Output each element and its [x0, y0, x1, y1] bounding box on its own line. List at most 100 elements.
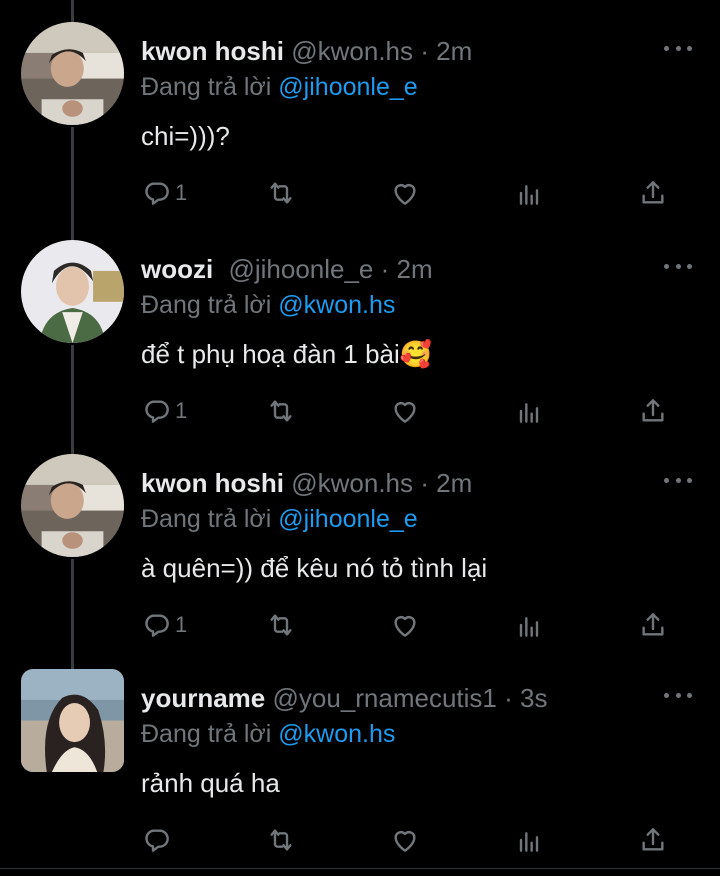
reply-count: 1 — [175, 398, 188, 423]
like-button[interactable] — [389, 393, 421, 429]
separator-dot: · — [504, 683, 513, 713]
divider — [0, 868, 720, 869]
handle[interactable]: @jihoonle_e — [228, 254, 373, 284]
reply-button[interactable]: 1 — [141, 175, 187, 211]
replying-to-link[interactable]: @kwon.hs — [278, 720, 395, 748]
tweet[interactable]: kwon hoshi @kwon.hs · 2m Đang trả lời @j… — [0, 0, 720, 214]
tweet-header: kwon hoshi @kwon.hs · 2m — [141, 34, 472, 68]
replying-to: Đang trả lời @kwon.hs — [141, 288, 395, 322]
avatar-yourname-image — [21, 669, 124, 772]
retweet-icon — [270, 400, 292, 422]
avatar[interactable] — [21, 240, 124, 343]
more-icon[interactable] — [664, 256, 692, 276]
reply-icon — [145, 182, 169, 205]
share-icon — [642, 613, 664, 636]
replying-to-label: Đang trả lời — [141, 720, 272, 748]
heart-icon — [394, 402, 416, 423]
display-name[interactable]: kwon hoshi — [141, 36, 284, 66]
avatar[interactable] — [21, 669, 124, 772]
avatar-kwon-hoshi-image — [21, 22, 124, 125]
heart-icon — [394, 616, 416, 637]
replying-to-label: Đang trả lời — [141, 505, 272, 533]
tweet-actions: 1 — [141, 175, 681, 211]
heart-icon — [394, 831, 416, 852]
tweet[interactable]: woozi @jihoonle_e · 2m Đang trả lời @kwo… — [0, 218, 720, 432]
share-icon — [642, 399, 664, 422]
share-icon — [642, 828, 664, 851]
views-button[interactable] — [513, 607, 545, 643]
tweet-actions — [141, 822, 681, 858]
more-icon[interactable] — [664, 38, 692, 58]
timestamp[interactable]: 2m — [436, 468, 472, 498]
share-button[interactable] — [637, 393, 669, 429]
reply-button[interactable] — [141, 822, 173, 858]
replying-to-link[interactable]: @jihoonle_e — [278, 73, 417, 101]
display-name[interactable]: woozi — [141, 254, 213, 284]
separator-dot: · — [420, 468, 429, 498]
analytics-icon — [519, 403, 539, 423]
timestamp[interactable]: 2m — [397, 254, 433, 284]
reply-count: 1 — [175, 612, 188, 637]
analytics-icon — [519, 617, 539, 637]
tweet-actions: 1 — [141, 607, 681, 643]
retweet-button[interactable] — [265, 393, 297, 429]
handle[interactable]: @kwon.hs — [291, 468, 413, 498]
retweet-button[interactable] — [265, 607, 297, 643]
analytics-icon — [519, 185, 539, 205]
avatar-kwon-hoshi-image — [21, 454, 124, 557]
replying-to: Đang trả lời @jihoonle_e — [141, 70, 418, 104]
views-button[interactable] — [513, 175, 545, 211]
tweet[interactable]: yourname @you_rnamecutis1 · 3s Đang trả … — [0, 647, 720, 861]
reply-button[interactable]: 1 — [141, 607, 187, 643]
like-button[interactable] — [389, 607, 421, 643]
analytics-icon — [519, 832, 539, 852]
reply-icon — [145, 400, 169, 423]
replying-to-label: Đang trả lời — [141, 291, 272, 319]
tweet-text: để t phụ hoạ đàn 1 bài🥰 — [141, 339, 433, 369]
retweet-icon — [270, 614, 292, 636]
replying-to: Đang trả lời @jihoonle_e — [141, 502, 418, 536]
share-button[interactable] — [637, 822, 669, 858]
display-name[interactable]: yourname — [141, 683, 265, 713]
tweet-text: à quên=)) để kêu nó tỏ tình lại — [141, 553, 488, 583]
tweet-header: yourname @you_rnamecutis1 · 3s — [141, 681, 548, 715]
replying-to-link[interactable]: @kwon.hs — [278, 291, 395, 319]
timestamp[interactable]: 2m — [436, 36, 472, 66]
more-icon[interactable] — [664, 470, 692, 490]
tweet-text: chi=)))? — [141, 121, 230, 151]
share-icon — [642, 181, 664, 204]
reply-count: 1 — [175, 180, 188, 205]
avatar-woozi-image — [21, 240, 124, 343]
share-button[interactable] — [637, 607, 669, 643]
separator-dot: · — [420, 36, 429, 66]
retweet-icon — [270, 182, 292, 204]
avatar[interactable] — [21, 22, 124, 125]
more-icon[interactable] — [664, 685, 692, 705]
replying-to: Đang trả lời @kwon.hs — [141, 717, 395, 751]
views-button[interactable] — [513, 393, 545, 429]
like-button[interactable] — [389, 175, 421, 211]
display-name[interactable]: kwon hoshi — [141, 468, 284, 498]
tweet-actions: 1 — [141, 393, 681, 429]
tweet-header: kwon hoshi @kwon.hs · 2m — [141, 466, 472, 500]
views-button[interactable] — [513, 822, 545, 858]
retweet-icon — [270, 829, 292, 851]
retweet-button[interactable] — [265, 822, 297, 858]
tweet[interactable]: kwon hoshi @kwon.hs · 2m Đang trả lời @j… — [0, 432, 720, 646]
reply-button[interactable]: 1 — [141, 393, 187, 429]
heart-icon — [394, 184, 416, 205]
replying-to-link[interactable]: @jihoonle_e — [278, 505, 417, 533]
reply-icon — [145, 829, 169, 852]
retweet-button[interactable] — [265, 175, 297, 211]
tweet-text: rảnh quá ha — [141, 768, 280, 798]
share-button[interactable] — [637, 175, 669, 211]
like-button[interactable] — [389, 822, 421, 858]
handle[interactable]: @you_rnamecutis1 — [273, 683, 497, 713]
tweet-header: woozi @jihoonle_e · 2m — [141, 252, 433, 286]
replying-to-label: Đang trả lời — [141, 73, 272, 101]
reply-icon — [145, 614, 169, 637]
separator-dot: · — [380, 254, 390, 284]
handle[interactable]: @kwon.hs — [291, 36, 413, 66]
avatar[interactable] — [21, 454, 124, 557]
timestamp[interactable]: 3s — [520, 683, 547, 713]
